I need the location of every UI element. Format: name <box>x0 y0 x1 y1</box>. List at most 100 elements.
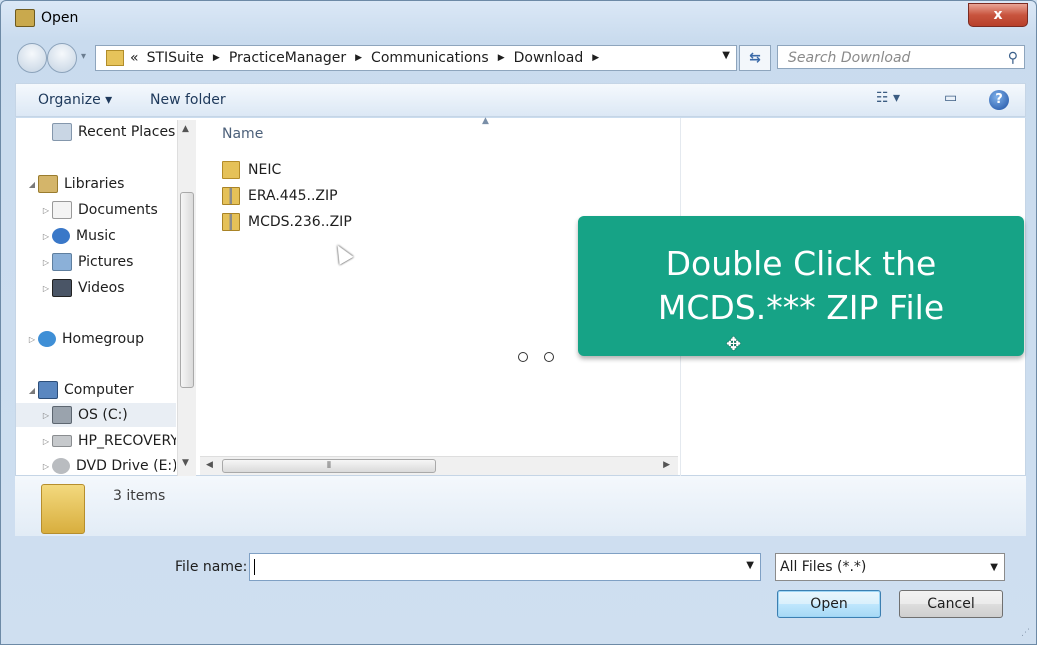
file-name-input[interactable]: ▼ <box>249 553 761 581</box>
zip-folder-icon <box>222 213 240 231</box>
nav-item-videos[interactable]: ▷ Videos <box>40 276 125 300</box>
scroll-right-icon[interactable]: ▶ <box>663 460 670 470</box>
file-type-value: All Files (*.*) <box>780 559 867 575</box>
address-bar[interactable]: « STISuite ▶ PracticeManager ▶ Communicati… <box>95 45 737 71</box>
column-header-name[interactable]: Name <box>222 126 263 142</box>
collapse-arrow-icon[interactable]: ▷ <box>40 284 52 293</box>
preview-pane-icon[interactable]: ▭ <box>944 90 957 110</box>
view-options-icon[interactable]: ☷ ▾ <box>876 90 900 110</box>
search-icon[interactable]: ⚲ <box>1008 46 1018 70</box>
nav-item-dvd-drive[interactable]: ▷ DVD Drive (E:) I <box>40 454 176 476</box>
zip-folder-icon <box>222 187 240 205</box>
drive-icon <box>52 435 72 447</box>
folder-thumbnail-icon <box>41 484 85 534</box>
forward-button[interactable] <box>47 43 77 73</box>
nav-item-music[interactable]: ▷ Music <box>40 224 116 248</box>
help-icon[interactable]: ? <box>989 90 1009 110</box>
loading-dots <box>518 352 554 362</box>
collapse-arrow-icon[interactable]: ▷ <box>40 206 52 215</box>
expand-arrow-icon[interactable]: ◢ <box>26 386 38 395</box>
file-item-mcds-zip[interactable]: MCDS.236..ZIP <box>222 211 352 233</box>
pictures-icon <box>52 253 72 271</box>
libraries-icon <box>38 175 58 193</box>
callout-line-1: Double Click the <box>665 244 937 283</box>
music-icon <box>52 228 70 244</box>
scroll-up-icon[interactable]: ▲ <box>182 124 189 134</box>
close-icon: x <box>993 7 1003 23</box>
dialog-icon <box>15 9 35 27</box>
breadcrumb-overflow[interactable]: « <box>130 50 139 66</box>
collapse-arrow-icon[interactable]: ▷ <box>26 335 38 344</box>
file-type-dropdown-icon[interactable]: ▼ <box>990 555 998 581</box>
file-item-era-zip[interactable]: ERA.445..ZIP <box>222 185 338 207</box>
new-folder-button[interactable]: New folder <box>150 92 226 108</box>
computer-icon <box>38 381 58 399</box>
scrollbar-thumb[interactable] <box>180 192 194 388</box>
resize-grip-icon[interactable]: ⋰ <box>1021 628 1030 638</box>
scroll-down-icon[interactable]: ▼ <box>182 458 189 468</box>
collapse-arrow-icon[interactable]: ▷ <box>40 411 52 420</box>
drive-icon <box>52 406 72 424</box>
search-input[interactable]: Search Download ⚲ <box>777 45 1025 69</box>
breadcrumb-item[interactable]: Download ▶ <box>514 50 609 66</box>
nav-item-libraries[interactable]: ◢ Libraries <box>26 172 124 196</box>
window-title: Open <box>15 9 78 27</box>
chevron-right-icon[interactable]: ▶ <box>355 53 362 63</box>
nav-item-computer[interactable]: ◢ Computer <box>26 378 134 402</box>
breadcrumb-item[interactable]: STISuite ▶ <box>147 50 229 66</box>
window-title-text: Open <box>41 10 79 26</box>
open-button[interactable]: Open <box>777 590 881 618</box>
navigation-scrollbar[interactable]: ▲ ▼ <box>177 120 196 476</box>
collapse-arrow-icon[interactable]: ▷ <box>40 258 52 267</box>
expand-arrow-icon[interactable]: ◢ <box>26 180 38 189</box>
file-type-select[interactable]: All Files (*.*) ▼ <box>775 553 1005 581</box>
sort-ascending-icon: ▲ <box>482 116 489 126</box>
nav-item-homegroup[interactable]: ▷ Homegroup <box>26 327 144 351</box>
text-caret <box>254 559 255 575</box>
refresh-button[interactable]: ⇆ <box>739 45 771 71</box>
item-count: 3 items <box>113 488 166 504</box>
scroll-left-icon[interactable]: ◀ <box>206 460 213 470</box>
chevron-right-icon[interactable]: ▶ <box>592 53 599 63</box>
search-placeholder: Search Download <box>788 50 911 66</box>
chevron-right-icon[interactable]: ▶ <box>498 53 505 63</box>
dot-icon <box>518 352 528 362</box>
navigation-pane: Recent Places ◢ Libraries ▷ Documents ▷ Mus… <box>16 118 176 476</box>
navigation-bar: ▾ « STISuite ▶ PracticeManager ▶ Communica… <box>15 43 1025 73</box>
recent-pages-dropdown-icon[interactable]: ▾ <box>81 51 86 62</box>
collapse-arrow-icon[interactable]: ▷ <box>40 437 52 446</box>
details-pane: 3 items <box>15 476 1026 536</box>
recent-places-icon <box>52 123 72 141</box>
instruction-callout: Double Click the MCDS.*** ZIP File <box>578 216 1024 356</box>
breadcrumb-item[interactable]: Communications ▶ <box>371 50 514 66</box>
command-toolbar: Organize ▾ New folder ☷ ▾ ▭ ? <box>15 83 1026 117</box>
folder-icon <box>106 50 124 66</box>
file-name-label: File name: <box>175 559 248 575</box>
cancel-button[interactable]: Cancel <box>899 590 1003 618</box>
file-list-horizontal-scrollbar[interactable]: ◀ ⦀ ▶ <box>200 456 678 475</box>
move-cursor-icon: ✥ <box>726 334 742 355</box>
scrollbar-thumb[interactable]: ⦀ <box>222 459 436 473</box>
file-item-neic[interactable]: NEIC <box>222 159 281 181</box>
dot-icon <box>544 352 554 362</box>
chevron-right-icon[interactable]: ▶ <box>213 53 220 63</box>
back-button[interactable] <box>17 43 47 73</box>
close-button[interactable]: x <box>968 3 1028 27</box>
videos-icon <box>52 279 72 297</box>
file-name-dropdown-icon[interactable]: ▼ <box>746 560 754 571</box>
address-dropdown-icon[interactable]: ▼ <box>722 50 730 61</box>
collapse-arrow-icon[interactable]: ▷ <box>40 462 52 471</box>
nav-item-hp-recovery[interactable]: ▷ HP_RECOVERY <box>40 429 176 453</box>
callout-line-2: MCDS.*** ZIP File <box>657 288 945 327</box>
organize-button[interactable]: Organize ▾ <box>38 92 112 108</box>
breadcrumb-item[interactable]: PracticeManager ▶ <box>229 50 371 66</box>
collapse-arrow-icon[interactable]: ▷ <box>40 232 52 241</box>
nav-item-pictures[interactable]: ▷ Pictures <box>40 250 133 274</box>
homegroup-icon <box>38 331 56 347</box>
nav-item-os-c[interactable]: ▷ OS (C:) <box>16 403 176 427</box>
nav-item-documents[interactable]: ▷ Documents <box>40 198 158 222</box>
documents-icon <box>52 201 72 219</box>
folder-icon <box>222 161 240 179</box>
nav-item-recent-places[interactable]: Recent Places <box>52 120 175 144</box>
refresh-icon: ⇆ <box>749 50 761 66</box>
